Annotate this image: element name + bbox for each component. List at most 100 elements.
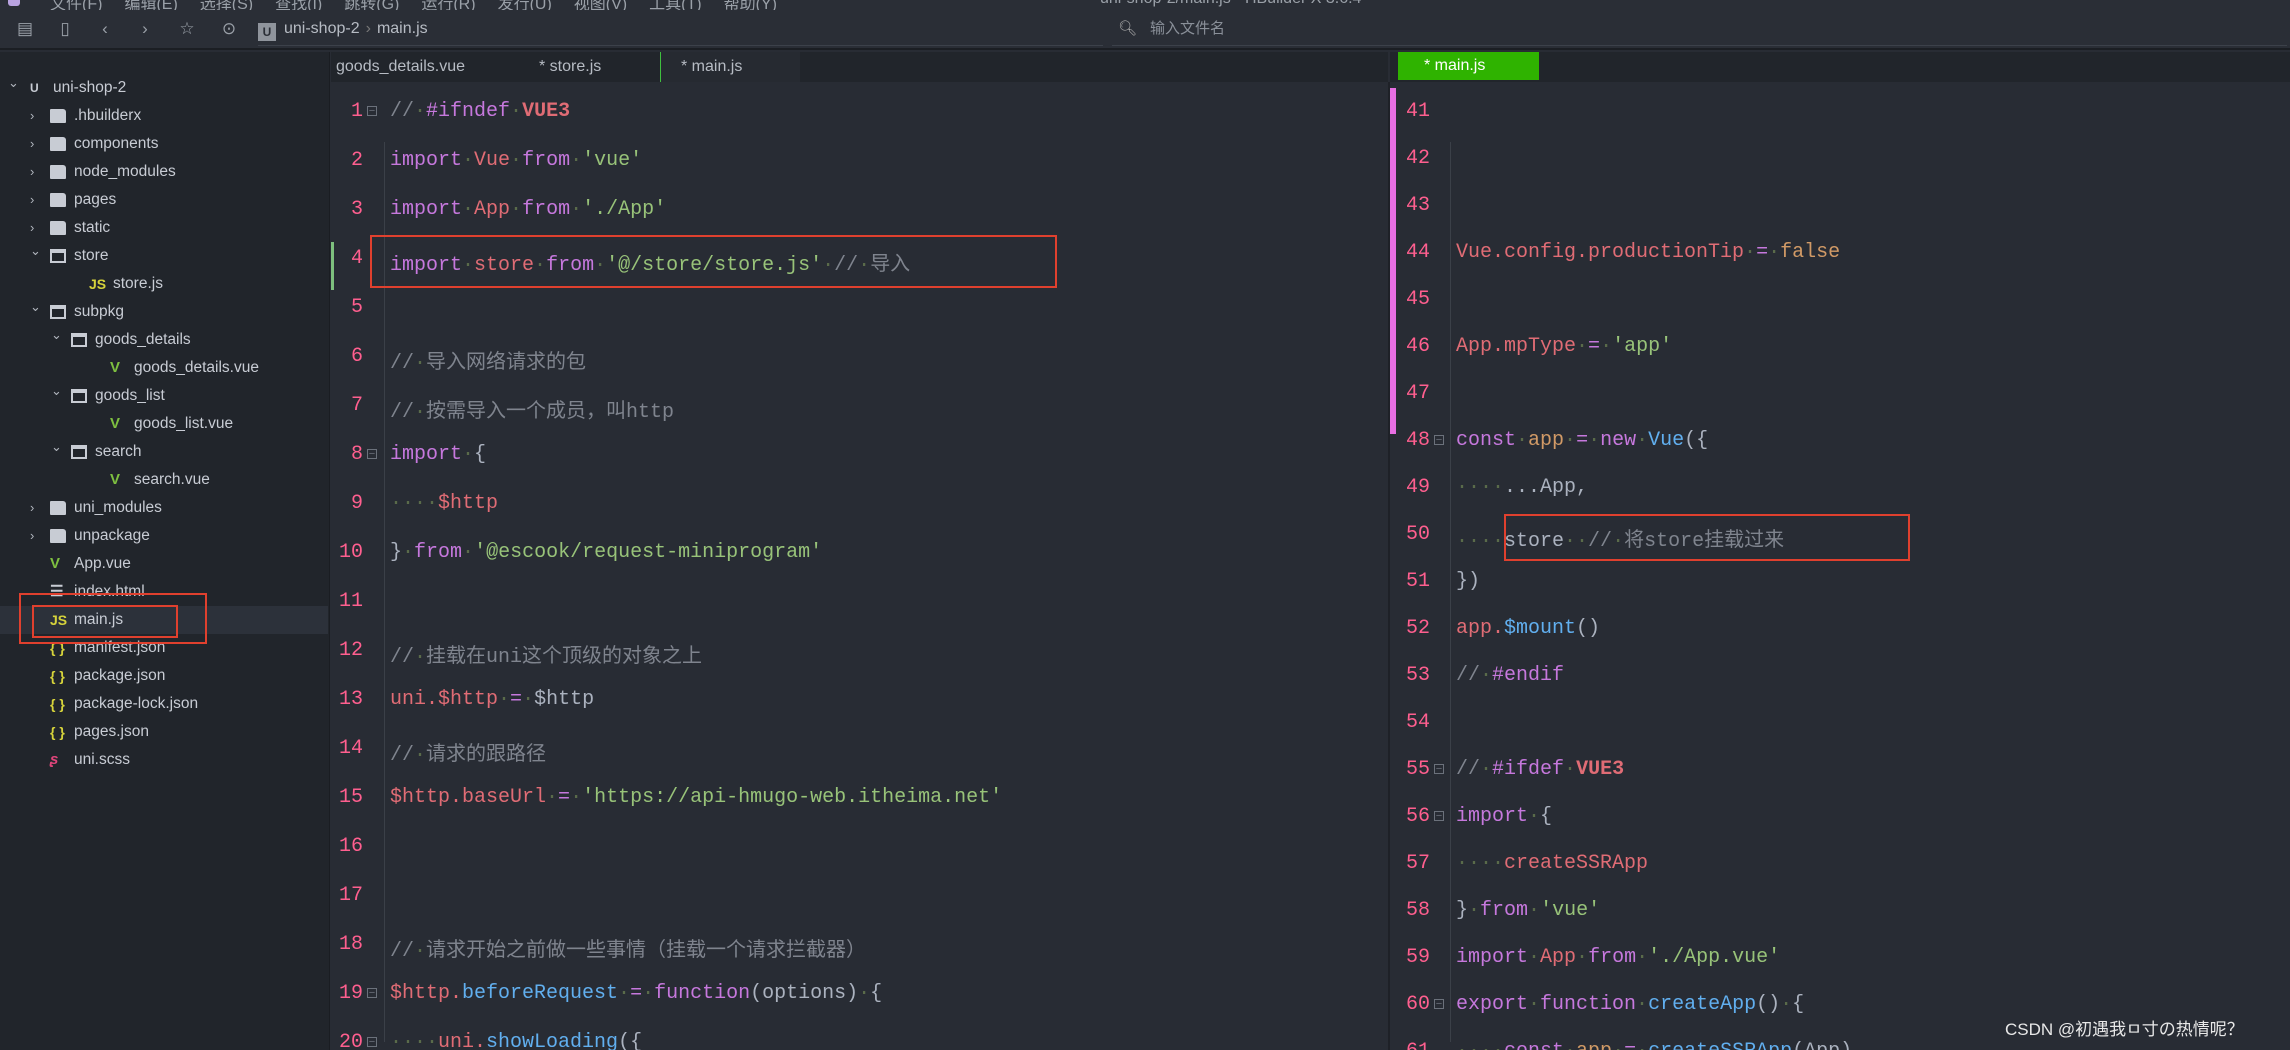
chevron-right-icon[interactable]: ›: [30, 494, 34, 522]
whitespace-marker: ·: [1612, 1040, 1624, 1050]
chevron-right-icon[interactable]: ›: [30, 522, 34, 550]
chevron-right-icon[interactable]: ›: [30, 158, 34, 186]
tree-item[interactable]: Vgoods_details.vue: [0, 354, 328, 382]
tree-item[interactable]: ⌄ goods_list: [0, 382, 328, 410]
code-line[interactable]: import·App·from·'./App': [390, 198, 666, 221]
tree-item[interactable]: › node_modules: [0, 158, 328, 186]
tree-item[interactable]: V App.vue: [0, 550, 328, 578]
code-line[interactable]: app.$mount(): [1456, 617, 1600, 640]
tree-item[interactable]: { } pages.json: [0, 718, 328, 746]
run-icon[interactable]: ⊙: [218, 18, 240, 40]
code-line[interactable]: //·按需导入一个成员，叫http: [390, 394, 674, 424]
code-line[interactable]: ····$http: [390, 492, 498, 515]
file-search-input[interactable]: 🔍︎ 输入文件名: [1112, 16, 2287, 46]
chevron-right-icon[interactable]: ›: [30, 186, 34, 214]
code-line[interactable]: //·请求的跟路径: [390, 737, 546, 767]
tree-item[interactable]: Vgoods_list.vue: [0, 410, 328, 438]
code-line[interactable]: }): [1456, 570, 1480, 593]
editor-left[interactable]: 1−//·#ifndef·VUE3 2 import·Vue·from·'vue' 3…: [331, 82, 1388, 1050]
line-number: 50: [1405, 523, 1430, 546]
code-line[interactable]: import·{: [1456, 805, 1552, 828]
tree-item[interactable]: ⌄ store: [0, 242, 328, 270]
code-line[interactable]: }·from·'@escook/request-miniprogram': [390, 541, 822, 564]
fold-icon[interactable]: −: [367, 449, 377, 460]
tree-item[interactable]: › pages: [0, 186, 328, 214]
whitespace-marker: ·: [1528, 993, 1541, 1016]
whitespace-marker: ·: [1564, 429, 1577, 452]
code-line[interactable]: uni.$http·=·$http: [390, 688, 594, 711]
code-line[interactable]: import·{: [390, 443, 486, 466]
tree-item[interactable]: Vsearch.vue: [0, 466, 328, 494]
chevron-down-icon[interactable]: ⌄: [30, 237, 41, 265]
code-line[interactable]: const·app·=·new·Vue({: [1456, 429, 1708, 452]
tab-goods-details-vue[interactable]: goods_details.vue: [331, 52, 519, 82]
code-line[interactable]: $http.beforeRequest·=·function(options)·…: [390, 982, 882, 1005]
fold-icon[interactable]: −: [1434, 811, 1444, 822]
breadcrumb-project[interactable]: uni-shop-2: [284, 20, 360, 37]
whitespace-marker: ·: [1468, 899, 1481, 922]
code-line[interactable]: Vue.config.productionTip·=·false: [1456, 241, 1840, 264]
tree-item[interactable]: › unpackage: [0, 522, 328, 550]
code-line[interactable]: }·from·'vue': [1456, 899, 1600, 922]
code-line[interactable]: //·请求开始之前做一些事情（挂载一个请求拦截器）: [390, 933, 866, 963]
tree-item[interactable]: ʂ uni.scss: [0, 746, 328, 774]
tree-item[interactable]: ⌄ search: [0, 438, 328, 466]
whitespace-marker: ·: [1588, 429, 1601, 452]
code-line[interactable]: ····createSSRApp: [1456, 852, 1648, 875]
code-line[interactable]: //·挂载在uni这个顶级的对象之上: [390, 639, 702, 669]
whitespace-marker: ·: [1480, 758, 1493, 781]
tree-item[interactable]: ⌄ subpkg: [0, 298, 328, 326]
chevron-down-icon[interactable]: ⌄: [51, 433, 62, 461]
fold-icon[interactable]: −: [1434, 435, 1444, 446]
tree-item[interactable]: ⌄ goods_details: [0, 326, 328, 354]
whitespace-marker: ·: [414, 646, 427, 669]
fold-icon[interactable]: −: [367, 988, 377, 999]
tree-item[interactable]: › .hbuilderx: [0, 102, 328, 130]
whitespace-marker: ·: [414, 401, 427, 424]
save-icon[interactable]: ▯: [54, 18, 76, 40]
tree-item-label: subpkg: [74, 303, 124, 320]
code-line[interactable]: ····uni.showLoading({: [390, 1031, 642, 1050]
chevron-down-icon[interactable]: ⌄: [30, 293, 41, 321]
chevron-right-icon[interactable]: ›: [30, 102, 34, 130]
tree-item-label: search: [95, 443, 142, 460]
code-line[interactable]: //·#endif: [1456, 664, 1564, 687]
code-line[interactable]: import·App·from·'./App.vue': [1456, 946, 1780, 969]
tab---store-js[interactable]: * store.js: [519, 52, 660, 82]
code-token: 'https://api-hmugo-web.itheima.net': [582, 786, 1003, 809]
favorite-icon[interactable]: ☆: [176, 18, 198, 40]
fold-icon[interactable]: −: [1434, 764, 1444, 775]
code-line[interactable]: //·#ifdef·VUE3: [1456, 758, 1624, 781]
chevron-down-icon[interactable]: ⌄: [51, 321, 62, 349]
forward-icon[interactable]: ›: [134, 18, 156, 40]
code-line[interactable]: $http.baseUrl·=·'https://api-hmugo-web.i…: [390, 786, 1002, 809]
code-line[interactable]: //·导入网络请求的包: [390, 345, 586, 375]
tree-item[interactable]: { } package-lock.json: [0, 690, 328, 718]
code-line[interactable]: ····...App,: [1456, 476, 1588, 499]
code-line[interactable]: import·Vue·from·'vue': [390, 149, 642, 172]
tree-item[interactable]: › components: [0, 130, 328, 158]
chevron-down-icon[interactable]: ⌄: [51, 377, 62, 405]
code-line[interactable]: //·#ifndef·VUE3: [390, 100, 570, 123]
tree-item[interactable]: › static: [0, 214, 328, 242]
breadcrumb-file[interactable]: main.js: [377, 20, 428, 37]
tree-item[interactable]: ⌄ Uuni-shop-2: [0, 74, 328, 102]
back-icon[interactable]: ‹: [94, 18, 116, 40]
tree-item[interactable]: JS store.js: [0, 270, 328, 298]
tab---main-js[interactable]: * main.js: [660, 52, 800, 82]
chevron-right-icon[interactable]: ›: [30, 130, 34, 158]
editor-right[interactable]: 41 42 43 44 Vue.config.productionTip·=·false…: [1390, 82, 2290, 1050]
highlight-box-store-mount: [1504, 514, 1910, 561]
new-file-icon[interactable]: ▤: [14, 18, 36, 40]
code-line[interactable]: App.mpType·=·'app': [1456, 335, 1672, 358]
code-token: from: [1480, 899, 1529, 922]
chevron-down-icon[interactable]: ⌄: [8, 69, 19, 97]
tree-item[interactable]: › uni_modules: [0, 494, 328, 522]
fold-icon[interactable]: −: [1434, 999, 1444, 1010]
code-line[interactable]: export·function·createApp()·{: [1456, 993, 1804, 1016]
code-line[interactable]: ····const·app·=·createSSRApp(App): [1456, 1040, 1852, 1050]
tab-main-js-right[interactable]: * main.js: [1398, 52, 1539, 80]
tree-item[interactable]: { } package.json: [0, 662, 328, 690]
fold-icon[interactable]: −: [367, 106, 377, 117]
fold-icon[interactable]: −: [367, 1037, 377, 1048]
